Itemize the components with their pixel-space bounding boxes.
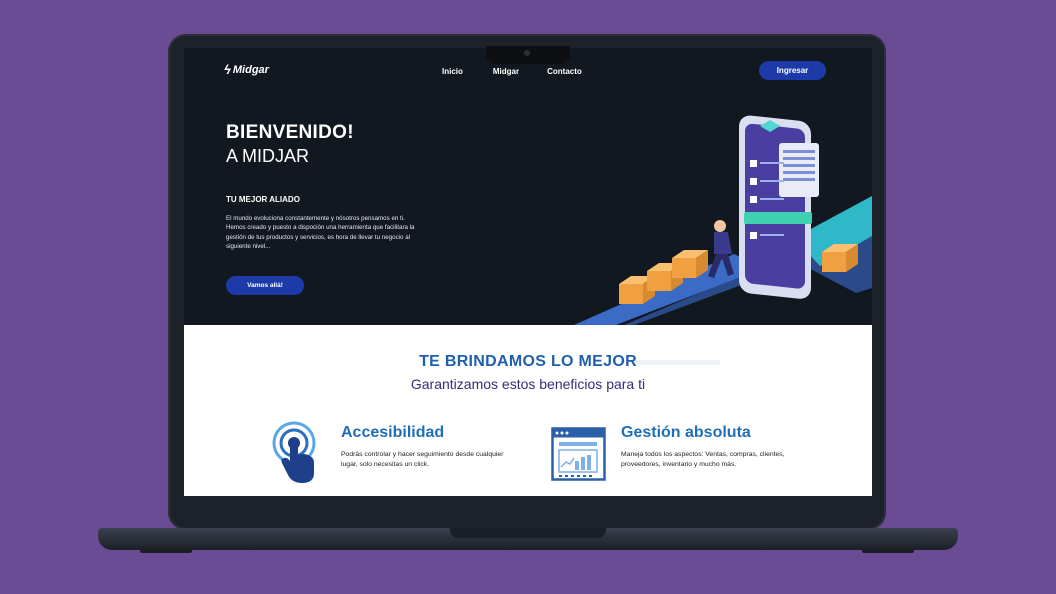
feature-title-accesibilidad: Accesibilidad — [341, 424, 445, 441]
hero-illustration — [564, 115, 872, 325]
cta-button[interactable]: Vamos allá! — [226, 276, 304, 295]
laptop-notch — [486, 46, 570, 64]
nav-link-inicio[interactable]: Inicio — [442, 67, 463, 76]
nav-link-contacto[interactable]: Contacto — [547, 67, 582, 76]
hero-kicker: TU MEJOR ALIADO — [226, 195, 300, 204]
hero-description: El mundo evoluciona constantemente y nós… — [226, 215, 415, 251]
camera-icon — [524, 50, 530, 56]
lightning-bolt-icon: ϟ — [224, 62, 231, 77]
brand-logo-text: Midgar — [232, 63, 269, 76]
laptop-screen: ϟ Midgar Inicio Midgar Contacto Ingresar… — [184, 48, 872, 496]
nav-link-midgar[interactable]: Midgar — [493, 67, 519, 76]
brand-logo[interactable]: ϟ Midgar — [224, 62, 269, 77]
feature-desc-gestion: Maneja todos los aspectos: Ventas, compr… — [621, 451, 785, 468]
laptop-foot-right — [862, 549, 914, 553]
benefits-section: TE BRINDAMOS LO MEJOR Garantizamos estos… — [184, 325, 872, 496]
feature-desc-accesibilidad: Podrás controlar y hacer seguimiento des… — [341, 451, 504, 468]
highlighted-row — [744, 212, 812, 224]
laptop-foot-left — [140, 549, 192, 553]
hero-title: BIENVENIDO! — [226, 122, 354, 143]
login-button[interactable]: Ingresar — [759, 61, 826, 80]
dashboard-chart-icon — [551, 427, 606, 481]
feature-title-gestion: Gestión absoluta — [621, 424, 751, 441]
benefits-title: TE BRINDAMOS LO MEJOR — [419, 353, 637, 370]
laptop-hinge-groove — [450, 528, 606, 538]
hero-section: ϟ Midgar Inicio Midgar Contacto Ingresar… — [184, 48, 872, 325]
main-nav: Inicio Midgar Contacto — [442, 67, 582, 76]
hero-subtitle: A MIDJAR — [226, 146, 310, 166]
phone-device — [739, 115, 819, 299]
benefits-subtitle: Garantizamos estos beneficios para ti — [410, 376, 646, 392]
touch-icon — [272, 421, 316, 483]
